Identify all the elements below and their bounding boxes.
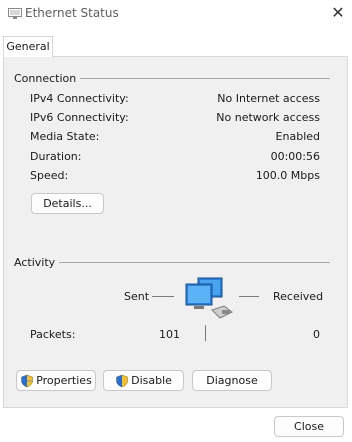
disable-button[interactable]: Disable bbox=[103, 370, 184, 391]
speed-label: Speed: bbox=[30, 169, 69, 182]
duration-value: 00:00:56 bbox=[270, 150, 320, 163]
packets-sent-value: 101 bbox=[159, 328, 180, 341]
ipv4-value: No Internet access bbox=[217, 92, 320, 105]
details-button[interactable]: Details... bbox=[31, 193, 104, 214]
diagnose-button[interactable]: Diagnose bbox=[192, 370, 272, 391]
shield-icon bbox=[21, 374, 33, 387]
close-button[interactable]: Close bbox=[274, 416, 344, 437]
properties-button[interactable]: Properties bbox=[16, 370, 96, 391]
window-title: Ethernet Status bbox=[25, 6, 119, 20]
tab-general[interactable]: General bbox=[3, 36, 53, 57]
packets-label: Packets: bbox=[30, 328, 76, 341]
disable-label: Disable bbox=[131, 374, 172, 387]
ipv6-label: IPv6 Connectivity: bbox=[30, 111, 129, 124]
sent-line bbox=[152, 296, 174, 297]
close-icon[interactable]: ✕ bbox=[326, 2, 350, 26]
activity-divider bbox=[56, 262, 330, 263]
packets-received-value: 0 bbox=[313, 328, 320, 341]
connection-section-title: Connection bbox=[14, 72, 81, 85]
network-computers-icon bbox=[185, 277, 233, 319]
activity-section-title: Activity bbox=[14, 256, 60, 269]
general-panel bbox=[3, 56, 348, 408]
received-label: Received bbox=[273, 290, 324, 303]
media-state-label: Media State: bbox=[30, 130, 100, 143]
received-line bbox=[239, 296, 259, 297]
speed-value: 100.0 Mbps bbox=[255, 169, 320, 182]
connection-divider bbox=[76, 78, 330, 79]
ipv6-value: No network access bbox=[216, 111, 320, 124]
properties-label: Properties bbox=[36, 374, 92, 387]
ipv4-label: IPv4 Connectivity: bbox=[30, 92, 129, 105]
activity-divider-vertical bbox=[205, 325, 206, 341]
duration-label: Duration: bbox=[30, 150, 82, 163]
shield-icon bbox=[116, 374, 128, 387]
sent-label: Sent bbox=[124, 290, 150, 303]
network-adapter-icon bbox=[8, 8, 22, 19]
media-state-value: Enabled bbox=[275, 130, 320, 143]
